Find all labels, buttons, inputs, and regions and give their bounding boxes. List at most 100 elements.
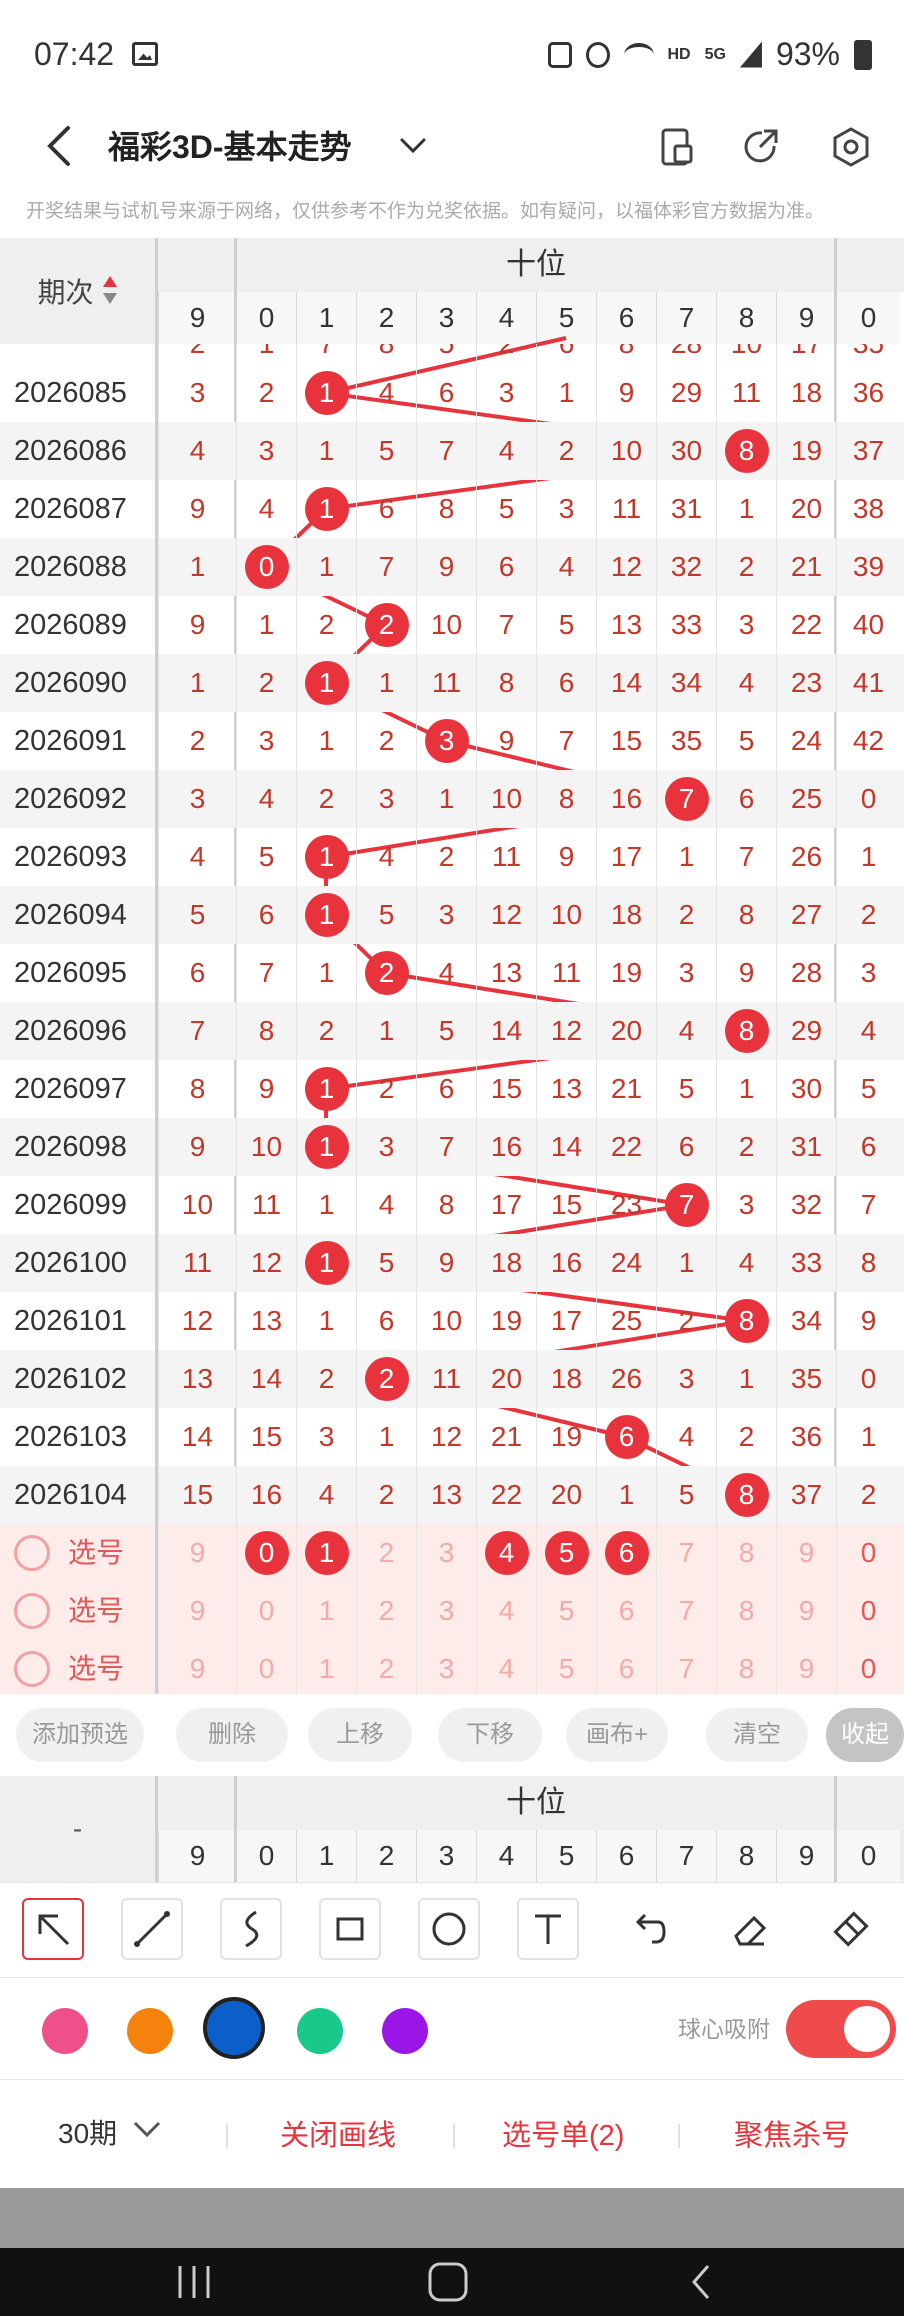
- select-cell[interactable]: 7: [656, 1582, 716, 1640]
- color-swatch-green[interactable]: [297, 2008, 343, 2054]
- select-cell[interactable]: 3: [416, 1582, 476, 1640]
- picked-cell[interactable]: 6: [596, 1524, 656, 1582]
- picked-cell[interactable]: 1: [296, 1524, 356, 1582]
- select-row-label-cell[interactable]: 选号: [0, 1582, 158, 1640]
- line-tool-icon[interactable]: [121, 1898, 183, 1960]
- trend-table[interactable]: 期次 十位 901234567890 217852682810173520260…: [0, 238, 904, 1694]
- select-cell[interactable]: 3: [416, 1524, 476, 1582]
- select-cell[interactable]: 4: [476, 1640, 536, 1694]
- add-preselect-button[interactable]: 添加预选: [16, 1708, 144, 1762]
- select-row-label-cell[interactable]: 选号: [0, 1640, 158, 1694]
- hit-ball[interactable]: 2: [364, 603, 409, 647]
- select-row[interactable]: 选号 9 0 1 2 3 4 5 6 7 8 9 0: [0, 1524, 904, 1582]
- period-selector[interactable]: 30期: [58, 2112, 117, 2152]
- color-swatch-blue[interactable]: [203, 1997, 265, 2059]
- hit-ball[interactable]: 1: [304, 893, 349, 937]
- color-swatch-purple[interactable]: [382, 2008, 428, 2054]
- select-row[interactable]: 选号 9 0 1 2 3 4 5 6 7 8 9 0: [0, 1582, 904, 1640]
- radio-icon[interactable]: [14, 1535, 50, 1571]
- select-cell[interactable]: 6: [596, 1582, 656, 1640]
- picked-ball[interactable]: 6: [604, 1531, 649, 1575]
- select-cell[interactable]: 9: [158, 1582, 236, 1640]
- select-cell[interactable]: 7: [656, 1640, 716, 1694]
- nav-back-icon[interactable]: [686, 2262, 716, 2302]
- select-cell[interactable]: 0: [836, 1524, 900, 1582]
- focus-kill-button[interactable]: 聚焦杀号: [734, 2112, 850, 2154]
- select-cell[interactable]: 0: [236, 1640, 296, 1694]
- hit-ball[interactable]: 0: [244, 545, 289, 589]
- settings-icon[interactable]: [830, 126, 872, 168]
- curve-tool-icon[interactable]: [220, 1898, 282, 1960]
- hit-ball[interactable]: 2: [364, 951, 409, 995]
- picked-ball[interactable]: 1: [304, 1531, 349, 1575]
- clear-button[interactable]: 清空: [706, 1708, 808, 1762]
- eraser-icon[interactable]: [718, 1898, 780, 1960]
- picked-cell[interactable]: 0: [236, 1524, 296, 1582]
- circle-tool-icon[interactable]: [418, 1898, 480, 1960]
- snap-toggle[interactable]: [786, 2000, 896, 2058]
- select-cell[interactable]: 0: [836, 1582, 900, 1640]
- close-lines-button[interactable]: 关闭画线: [280, 2112, 396, 2154]
- select-cell[interactable]: 7: [656, 1524, 716, 1582]
- share-icon[interactable]: [740, 126, 782, 168]
- recent-apps-icon[interactable]: [172, 2262, 216, 2302]
- move-up-button[interactable]: 上移: [308, 1708, 412, 1762]
- select-cell[interactable]: 5: [536, 1582, 596, 1640]
- hit-ball[interactable]: 8: [724, 1009, 769, 1053]
- radio-icon[interactable]: [14, 1651, 50, 1687]
- select-cell[interactable]: 2: [356, 1640, 416, 1694]
- hit-ball[interactable]: 7: [664, 777, 709, 821]
- color-swatch-orange[interactable]: [127, 2008, 173, 2054]
- select-cell[interactable]: 1: [296, 1640, 356, 1694]
- hit-ball[interactable]: 6: [604, 1415, 649, 1459]
- back-arrow-icon[interactable]: [40, 122, 80, 170]
- picked-ball[interactable]: 4: [484, 1531, 529, 1575]
- select-cell[interactable]: 1: [296, 1582, 356, 1640]
- sort-icon[interactable]: [102, 276, 118, 306]
- hit-ball[interactable]: 1: [304, 835, 349, 879]
- hit-ball[interactable]: 1: [304, 1241, 349, 1285]
- hit-ball[interactable]: 8: [724, 429, 769, 473]
- delete-button[interactable]: 删除: [176, 1708, 288, 1762]
- rect-tool-icon[interactable]: [319, 1898, 381, 1960]
- select-cell[interactable]: 4: [476, 1582, 536, 1640]
- select-row[interactable]: 选号 9 0 1 2 3 4 5 6 7 8 9 0: [0, 1640, 904, 1694]
- select-cell[interactable]: 8: [716, 1640, 776, 1694]
- move-down-button[interactable]: 下移: [438, 1708, 542, 1762]
- select-cell[interactable]: 8: [716, 1582, 776, 1640]
- device-icon[interactable]: [655, 126, 697, 168]
- select-cell[interactable]: 9: [776, 1524, 836, 1582]
- select-cell[interactable]: 9: [776, 1640, 836, 1694]
- select-cell[interactable]: 8: [716, 1524, 776, 1582]
- select-cell[interactable]: 6: [596, 1640, 656, 1694]
- issue-column-header[interactable]: 期次: [0, 238, 158, 344]
- chevron-down-icon[interactable]: [398, 128, 428, 162]
- hit-ball[interactable]: 8: [724, 1299, 769, 1343]
- color-swatch-pink[interactable]: [42, 2008, 88, 2054]
- hit-ball[interactable]: 3: [424, 719, 469, 763]
- hit-ball[interactable]: 1: [304, 661, 349, 705]
- select-cell[interactable]: 9: [776, 1582, 836, 1640]
- clear-brush-icon[interactable]: [820, 1898, 882, 1960]
- pick-list-button[interactable]: 选号单(2): [502, 2112, 624, 2154]
- picked-ball[interactable]: 5: [544, 1531, 589, 1575]
- select-cell[interactable]: 2: [356, 1524, 416, 1582]
- hit-ball[interactable]: 1: [304, 1125, 349, 1169]
- hit-ball[interactable]: 7: [664, 1183, 709, 1227]
- page-title[interactable]: 福彩3D-基本走势: [108, 108, 352, 186]
- picked-ball[interactable]: 0: [244, 1531, 289, 1575]
- arrow-tool-icon[interactable]: [22, 1898, 84, 1960]
- picked-cell[interactable]: 4: [476, 1524, 536, 1582]
- hit-ball[interactable]: 2: [364, 1357, 409, 1401]
- text-tool-icon[interactable]: [517, 1898, 579, 1960]
- select-cell[interactable]: 0: [236, 1582, 296, 1640]
- select-row-label-cell[interactable]: 选号: [0, 1524, 158, 1582]
- chevron-down-icon[interactable]: [132, 2120, 162, 2140]
- home-icon[interactable]: [426, 2262, 470, 2302]
- picked-cell[interactable]: 5: [536, 1524, 596, 1582]
- canvas-plus-button[interactable]: 画布+: [566, 1708, 668, 1762]
- select-cell[interactable]: 9: [158, 1524, 236, 1582]
- hit-ball[interactable]: 1: [304, 1067, 349, 1111]
- hit-ball[interactable]: 8: [724, 1473, 769, 1517]
- select-cell[interactable]: 3: [416, 1640, 476, 1694]
